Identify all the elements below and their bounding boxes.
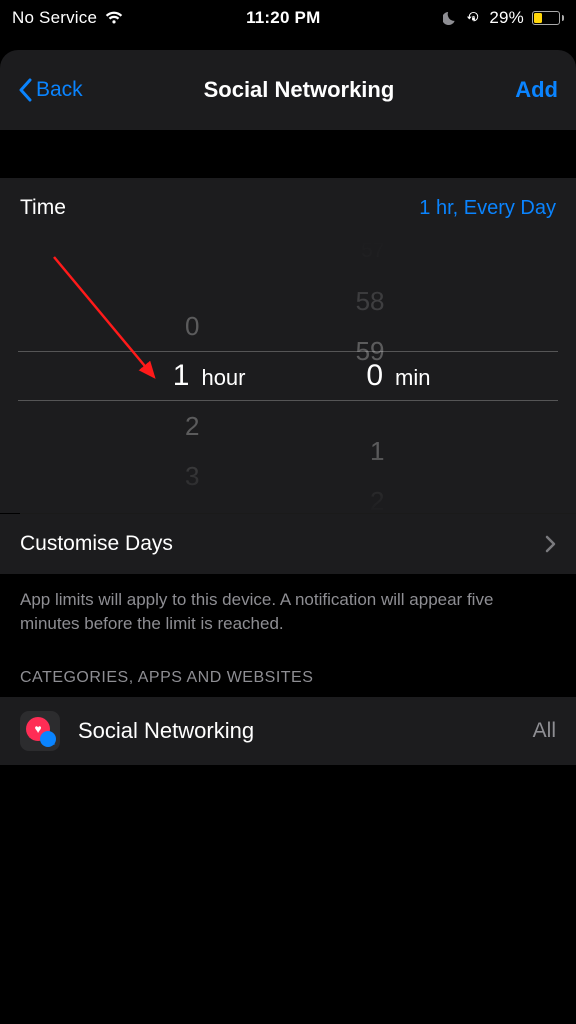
wheel-item: 1	[321, 426, 441, 476]
add-button[interactable]: Add	[515, 77, 558, 103]
wheel-item: 59	[321, 326, 441, 376]
wheel-item: 2	[321, 476, 441, 513]
customise-days-row[interactable]: Customise Days	[0, 514, 576, 574]
chevron-right-icon	[545, 535, 556, 553]
footer-note: App limits will apply to this device. A …	[0, 574, 576, 661]
category-value: All	[533, 719, 556, 743]
nav-bar: Back Social Networking Add	[0, 50, 576, 130]
customise-days-label: Customise Days	[20, 532, 173, 556]
back-button[interactable]: Back	[18, 78, 83, 102]
time-summary: 1 hr, Every Day	[419, 197, 556, 220]
dnd-moon-icon	[443, 11, 458, 26]
wheel-item: 0	[136, 301, 256, 351]
social-networking-icon: ♥	[20, 711, 60, 751]
wheel-item: 57	[321, 238, 441, 276]
time-picker[interactable]: 0 2 3 4 56 57 58 59 1 2 3 1 hour	[0, 238, 576, 513]
time-row[interactable]: Time 1 hr, Every Day	[0, 178, 576, 238]
wheel-item: 2	[136, 401, 256, 451]
page-title: Social Networking	[83, 77, 516, 103]
carrier-label: No Service	[12, 8, 97, 28]
category-label: Social Networking	[78, 718, 515, 744]
minutes-wheel[interactable]: 56 57 58 59 1 2 3	[321, 239, 441, 513]
back-label: Back	[36, 78, 83, 102]
time-label: Time	[20, 196, 66, 220]
wheel-item: 3	[136, 451, 256, 501]
hours-wheel[interactable]: 0 2 3 4	[136, 239, 256, 513]
wheel-item: 4	[136, 501, 256, 513]
wifi-icon	[105, 11, 123, 25]
status-bar: No Service 11:20 PM 29%	[0, 0, 576, 36]
wheel-item: 58	[321, 276, 441, 326]
battery-icon	[532, 11, 564, 25]
status-clock: 11:20 PM	[246, 8, 320, 28]
category-row[interactable]: ♥ Social Networking All	[0, 697, 576, 765]
section-header: CATEGORIES, APPS AND WEBSITES	[0, 661, 576, 697]
battery-pct: 29%	[489, 8, 524, 28]
orientation-lock-icon	[466, 11, 481, 26]
